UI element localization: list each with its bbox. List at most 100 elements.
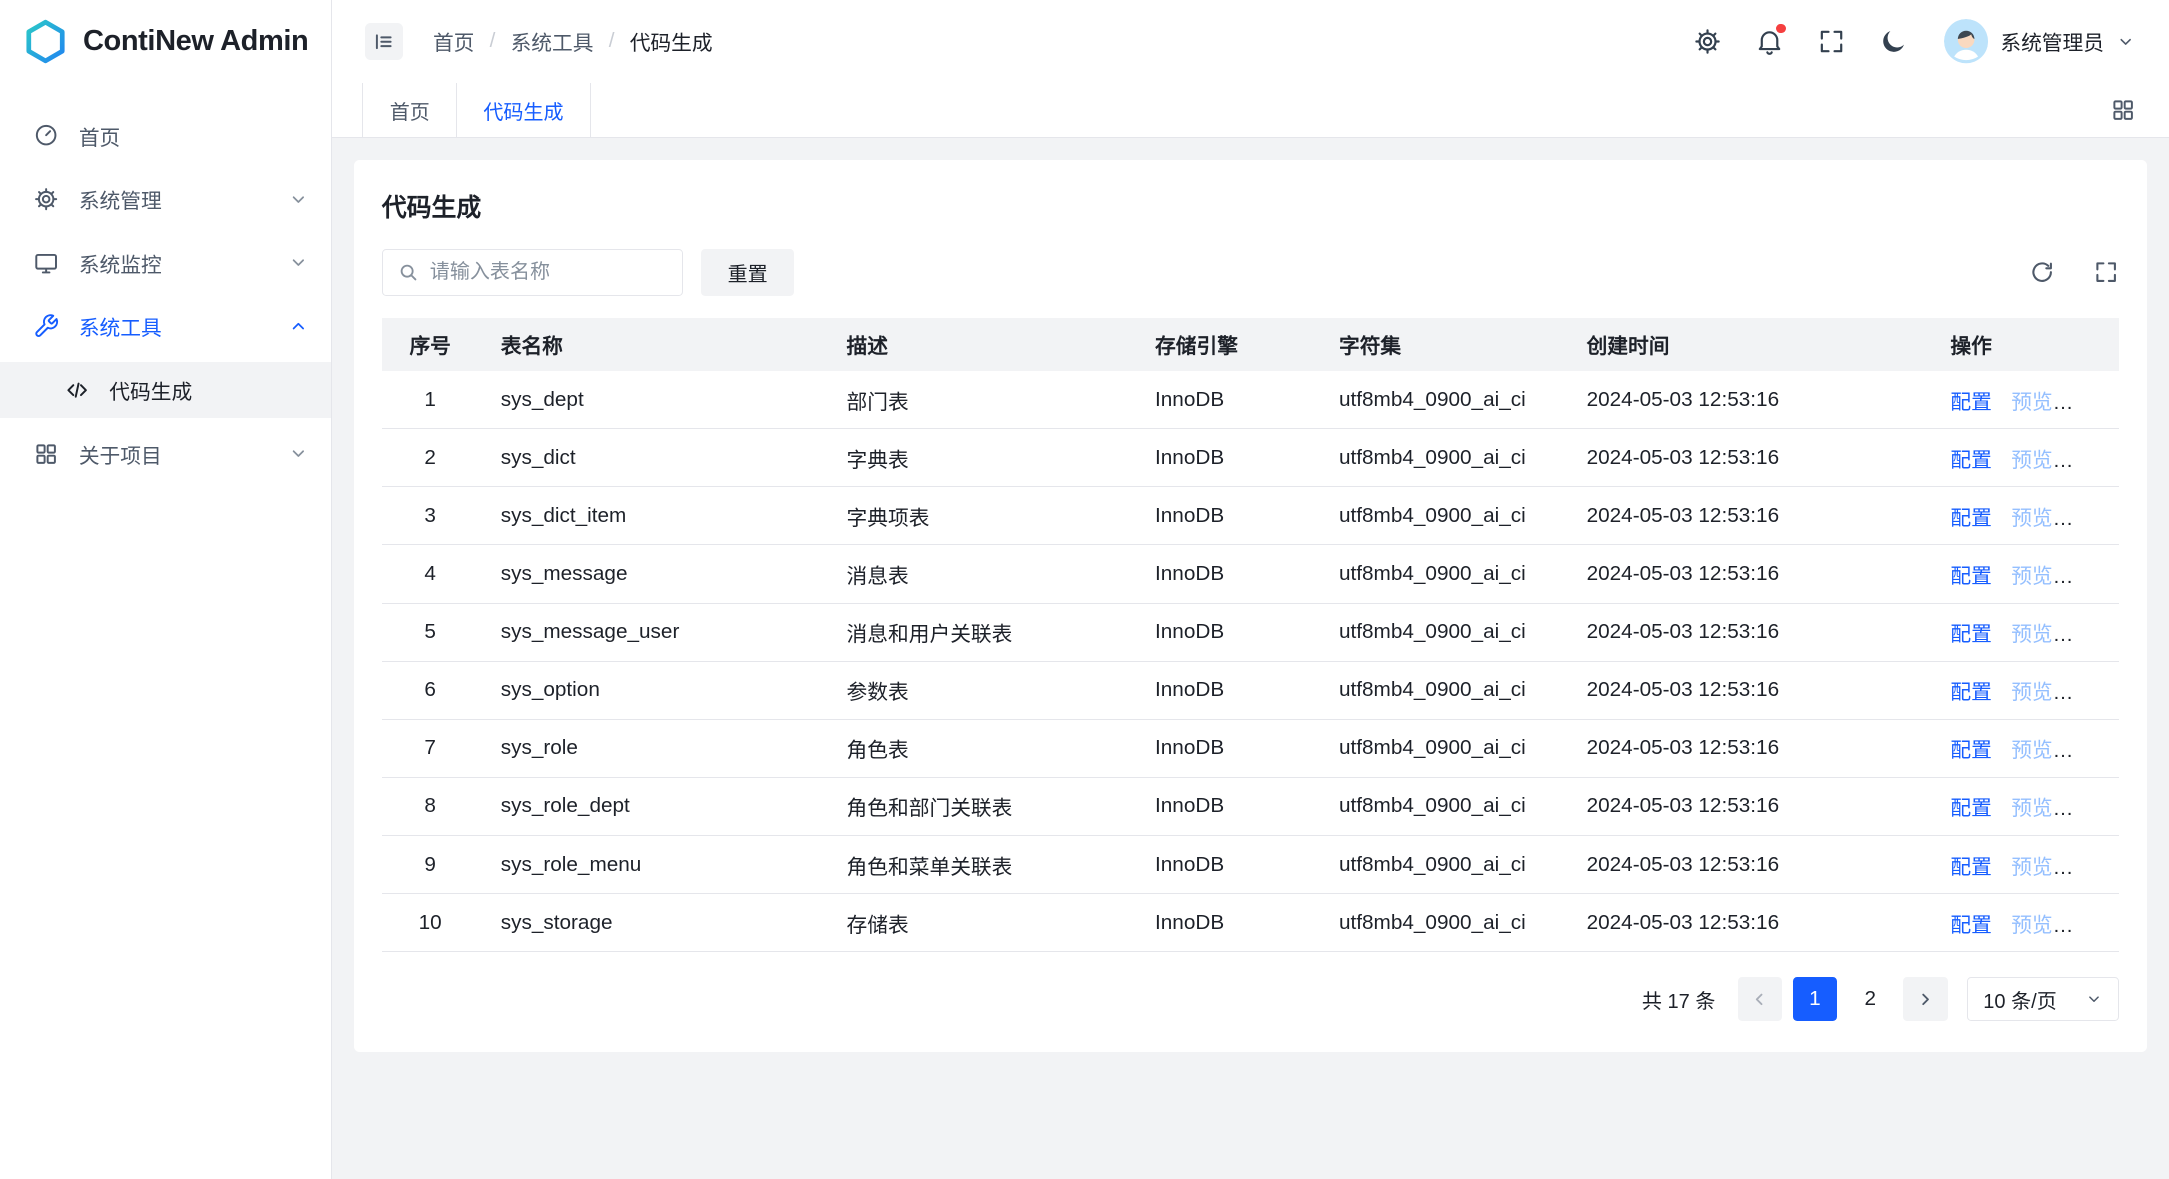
settings-button[interactable] xyxy=(1692,26,1722,56)
action-preview-link[interactable]: 预览 xyxy=(2011,565,2052,588)
sidebar-item-system-management[interactable]: 系统管理 xyxy=(0,172,331,227)
column-header: 描述 xyxy=(824,318,1132,371)
cell-desc: 角色和菜单关联表 xyxy=(824,835,1132,893)
cell-created: 2024-05-03 12:53:16 xyxy=(1564,487,1928,545)
cell-desc: 角色表 xyxy=(824,719,1132,777)
app-logo[interactable]: ContiNew Admin xyxy=(0,0,331,83)
action-configure-link[interactable]: 配置 xyxy=(1950,739,1991,762)
action-configure-link[interactable]: 配置 xyxy=(1950,391,1991,414)
sidebar-item-label: 系统管理 xyxy=(79,184,288,214)
action-configure-link[interactable]: 配置 xyxy=(1950,565,1991,588)
cell-actions: 配置预览生成 xyxy=(1928,894,2119,952)
cell-no: 7 xyxy=(382,719,479,777)
table-row: 6sys_option参数表InnoDButf8mb4_0900_ai_ci20… xyxy=(382,661,2119,719)
cell-charset: utf8mb4_0900_ai_ci xyxy=(1317,429,1565,487)
cell-created: 2024-05-03 12:53:16 xyxy=(1564,371,1928,429)
expand-button[interactable] xyxy=(2093,259,2119,285)
action-preview-link[interactable]: 预览 xyxy=(2011,856,2052,879)
action-configure-link[interactable]: 配置 xyxy=(1950,507,1991,530)
action-generate-link[interactable]: 生成 xyxy=(2072,681,2113,704)
action-generate-link[interactable]: 生成 xyxy=(2072,739,2113,762)
top-bar-actions: 系统管理员 xyxy=(1692,19,2136,63)
sidebar-item-label: 关于项目 xyxy=(79,439,288,469)
action-preview-link[interactable]: 预览 xyxy=(2011,739,2052,762)
sidebar-item-label: 首页 xyxy=(79,121,309,151)
action-preview-link[interactable]: 预览 xyxy=(2011,681,2052,704)
pagination: 共 17 条 1 2 10 条/页 xyxy=(382,977,2119,1021)
chevron-down-icon xyxy=(288,252,309,273)
action-configure-link[interactable]: 配置 xyxy=(1950,449,1991,472)
sidebar-item-system-tools[interactable]: 系统工具 xyxy=(0,299,331,354)
action-configure-link[interactable]: 配置 xyxy=(1950,623,1991,646)
page-size-select[interactable]: 10 条/页 xyxy=(1967,977,2119,1021)
refresh-button[interactable] xyxy=(2029,259,2055,285)
breadcrumb-item-system-tools[interactable]: 系统工具 xyxy=(511,26,594,56)
tab-actions-button[interactable] xyxy=(2110,97,2136,123)
reset-button[interactable]: 重置 xyxy=(701,249,794,296)
breadcrumb-item-home[interactable]: 首页 xyxy=(433,26,474,56)
sidebar-item-home[interactable]: 首页 xyxy=(0,108,331,163)
table-row: 10sys_storage存储表InnoDButf8mb4_0900_ai_ci… xyxy=(382,894,2119,952)
breadcrumb-item-current: 代码生成 xyxy=(630,26,713,56)
sidebar-item-label: 系统工具 xyxy=(79,311,288,341)
search-input[interactable] xyxy=(430,261,669,284)
action-generate-link[interactable]: 生成 xyxy=(2072,565,2113,588)
action-configure-link[interactable]: 配置 xyxy=(1950,681,1991,704)
pagination-page-1[interactable]: 1 xyxy=(1793,977,1837,1021)
action-generate-link[interactable]: 生成 xyxy=(2072,391,2113,414)
action-preview-link[interactable]: 预览 xyxy=(2011,797,2052,820)
breadcrumb-separator: / xyxy=(490,29,496,53)
table-row: 1sys_dept部门表InnoDButf8mb4_0900_ai_ci2024… xyxy=(382,371,2119,429)
menu-fold-icon xyxy=(372,30,396,54)
action-generate-link[interactable]: 生成 xyxy=(2072,623,2113,646)
column-header: 表名称 xyxy=(479,318,825,371)
cell-name: sys_option xyxy=(479,661,825,719)
sidebar-item-code-generation[interactable]: 代码生成 xyxy=(0,362,331,417)
pagination-page-2[interactable]: 2 xyxy=(1848,977,1892,1021)
action-preview-link[interactable]: 预览 xyxy=(2011,914,2052,937)
action-configure-link[interactable]: 配置 xyxy=(1950,797,1991,820)
tab-home[interactable]: 首页 xyxy=(363,83,457,137)
gear-icon xyxy=(33,186,59,212)
user-menu[interactable]: 系统管理员 xyxy=(1944,19,2136,63)
action-preview-link[interactable]: 预览 xyxy=(2011,449,2052,472)
cell-charset: utf8mb4_0900_ai_ci xyxy=(1317,777,1565,835)
cell-name: sys_role_menu xyxy=(479,835,825,893)
action-generate-link[interactable]: 生成 xyxy=(2072,449,2113,472)
cell-engine: InnoDB xyxy=(1133,777,1317,835)
sidebar-item-system-monitor[interactable]: 系统监控 xyxy=(0,235,331,290)
cell-actions: 配置预览生成 xyxy=(1928,661,2119,719)
expand-icon xyxy=(2093,259,2119,285)
action-preview-link[interactable]: 预览 xyxy=(2011,391,2052,414)
action-generate-link[interactable]: 生成 xyxy=(2072,797,2113,820)
cell-charset: utf8mb4_0900_ai_ci xyxy=(1317,719,1565,777)
pagination-prev-button[interactable] xyxy=(1738,977,1782,1021)
action-preview-link[interactable]: 预览 xyxy=(2011,507,2052,530)
action-generate-link[interactable]: 生成 xyxy=(2072,507,2113,530)
chevron-down-icon xyxy=(2116,32,2135,51)
chevron-up-icon xyxy=(288,316,309,337)
sidebar-item-about-project[interactable]: 关于项目 xyxy=(0,426,331,481)
action-configure-link[interactable]: 配置 xyxy=(1950,856,1991,879)
table-row: 7sys_role角色表InnoDButf8mb4_0900_ai_ci2024… xyxy=(382,719,2119,777)
action-preview-link[interactable]: 预览 xyxy=(2011,623,2052,646)
action-generate-link[interactable]: 生成 xyxy=(2072,914,2113,937)
cell-actions: 配置预览生成 xyxy=(1928,487,2119,545)
table-container: 序号表名称描述存储引擎字符集创建时间操作 1sys_dept部门表InnoDBu… xyxy=(382,318,2119,952)
dark-mode-button[interactable] xyxy=(1879,26,1909,56)
fullscreen-button[interactable] xyxy=(1816,26,1846,56)
action-generate-link[interactable]: 生成 xyxy=(2072,856,2113,879)
chevron-down-icon xyxy=(288,443,309,464)
pagination-next-button[interactable] xyxy=(1903,977,1947,1021)
notifications-button[interactable] xyxy=(1754,26,1784,56)
grid-icon xyxy=(2110,97,2136,123)
cell-name: sys_storage xyxy=(479,894,825,952)
action-configure-link[interactable]: 配置 xyxy=(1950,914,1991,937)
sidebar-collapse-button[interactable] xyxy=(365,23,402,60)
cell-charset: utf8mb4_0900_ai_ci xyxy=(1317,894,1565,952)
tab-code-generation[interactable]: 代码生成 xyxy=(457,83,591,137)
column-header: 操作 xyxy=(1928,318,2119,371)
cell-charset: utf8mb4_0900_ai_ci xyxy=(1317,835,1565,893)
moon-icon xyxy=(1879,27,1908,56)
monitor-icon xyxy=(33,250,59,276)
